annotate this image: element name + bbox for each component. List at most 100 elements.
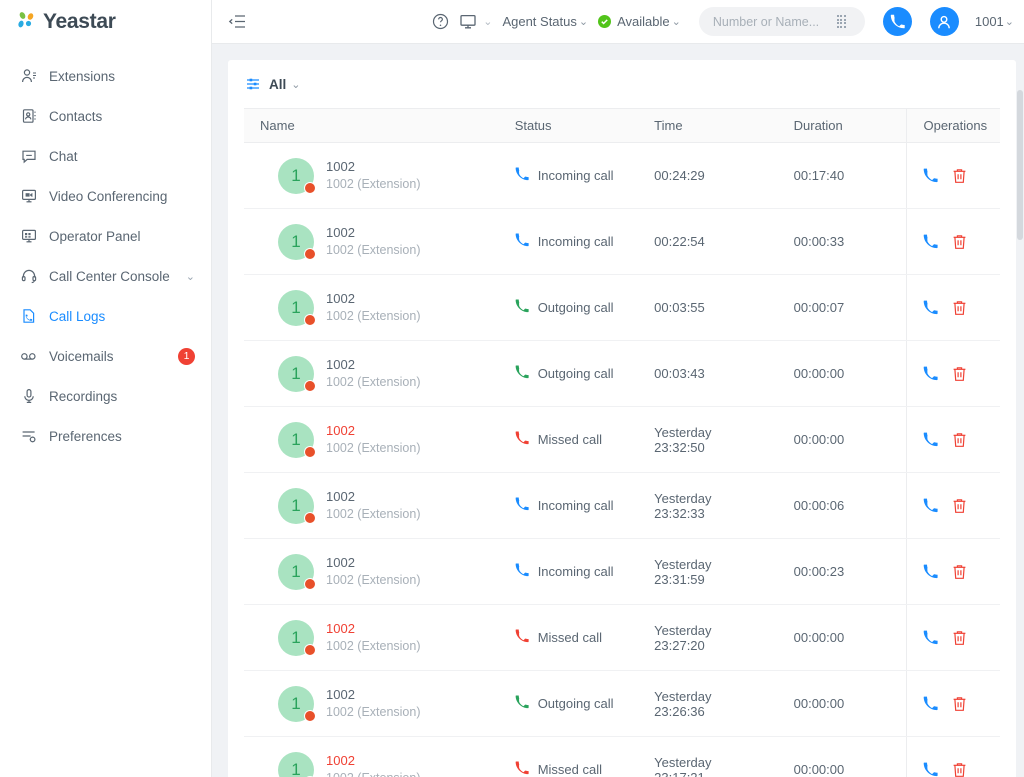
chevron-down-icon[interactable]: ⌄ <box>291 78 300 91</box>
sidebar-item-preferences[interactable]: Preferences <box>0 416 211 456</box>
sidebar-item-call-center-console[interactable]: Call Center Console ⌄ <box>0 256 211 296</box>
search-input[interactable] <box>712 14 837 29</box>
cell-time: Yesterday 23:32:33 <box>638 472 778 539</box>
call-direction-icon <box>515 299 529 316</box>
row-call-button[interactable] <box>923 432 939 447</box>
brand-logo[interactable]: Yeastar <box>0 0 211 44</box>
row-call-button[interactable] <box>923 300 939 315</box>
sidebar-item-chat[interactable]: Chat <box>0 136 211 176</box>
column-header-status[interactable]: Status <box>498 108 639 143</box>
cell-name[interactable]: 1 1002 1002 (Extension) <box>244 406 499 473</box>
cell-name[interactable]: 1 1002 1002 (Extension) <box>244 472 499 539</box>
cell-time: Yesterday 23:31:59 <box>638 538 778 605</box>
cell-operations <box>906 340 1000 407</box>
user-avatar-icon[interactable] <box>929 7 959 36</box>
cell-operations <box>906 538 1000 605</box>
sidebar-item-operator-panel[interactable]: Operator Panel <box>0 216 211 256</box>
sidebar-item-label: Call Center Console <box>49 268 170 284</box>
column-header-duration[interactable]: Duration <box>777 108 907 143</box>
filter-stack-icon[interactable] <box>245 76 261 92</box>
row-call-button[interactable] <box>923 366 939 381</box>
row-delete-button[interactable] <box>952 366 967 382</box>
row-delete-button[interactable] <box>952 498 967 514</box>
chevron-down-icon: ⌄ <box>671 16 681 28</box>
contact-subtitle: 1002 (Extension) <box>326 638 421 653</box>
table-row[interactable]: 1 1002 1002 (Extension) Missed call Yesterda… <box>244 406 1000 473</box>
row-call-button[interactable] <box>923 168 939 183</box>
contact-name: 1002 <box>326 290 355 306</box>
contact-subtitle: 1002 (Extension) <box>326 506 421 521</box>
cell-name[interactable]: 1 1002 1002 (Extension) <box>244 208 499 275</box>
availability-selector[interactable]: Available ⌄ <box>598 14 681 29</box>
row-call-button[interactable] <box>923 498 939 513</box>
avatar-initial: 1 <box>291 363 301 383</box>
cell-name[interactable]: 1 1002 1002 (Extension) <box>244 274 499 341</box>
sidebar-item-contacts[interactable]: Contacts <box>0 96 211 136</box>
row-call-button[interactable] <box>923 762 939 777</box>
sidebar-item-recordings[interactable]: Recordings <box>0 376 211 416</box>
agent-status-selector[interactable]: Agent Status ⌄ <box>502 14 588 29</box>
table-row[interactable]: 1 1002 1002 (Extension) Missed call Yesterda… <box>244 604 1000 671</box>
row-call-button[interactable] <box>923 630 939 645</box>
user-extensions-icon <box>20 68 37 85</box>
cell-name[interactable]: 1 1002 1002 (Extension) <box>244 736 499 777</box>
help-circle-icon[interactable] <box>432 13 449 30</box>
table-body: 1 1002 1002 (Extension) Incoming call 00:24:… <box>244 142 1000 777</box>
sidebar-item-video-conferencing[interactable]: Video Conferencing <box>0 176 211 216</box>
call-direction-icon <box>515 233 529 250</box>
cell-duration: 00:00:33 <box>777 208 907 275</box>
yeastar-logo-icon <box>14 9 40 35</box>
cell-name[interactable]: 1 1002 1002 (Extension) <box>244 670 499 737</box>
table-row[interactable]: 1 1002 1002 (Extension) Incoming call Yester… <box>244 538 1000 605</box>
table-row[interactable]: 1 1002 1002 (Extension) Outgoing call Yester… <box>244 670 1000 737</box>
search-box[interactable] <box>698 7 865 36</box>
sidebar-item-extensions[interactable]: Extensions <box>0 56 211 96</box>
table-row[interactable]: 1 1002 1002 (Extension) Outgoing call 00:03:… <box>244 274 1000 341</box>
row-delete-button[interactable] <box>952 168 967 184</box>
table-row[interactable]: 1 1002 1002 (Extension) Missed call Yesterda… <box>244 736 1000 777</box>
vertical-scrollbar[interactable] <box>1017 90 1023 777</box>
sidebar-item-call-logs[interactable]: Call Logs <box>0 296 211 336</box>
column-header-name[interactable]: Name <box>244 108 499 143</box>
row-delete-button[interactable] <box>952 564 967 580</box>
filter-label[interactable]: All <box>269 77 286 92</box>
row-delete-button[interactable] <box>952 762 967 777</box>
collapse-sidebar-icon[interactable] <box>228 12 248 32</box>
column-header-time[interactable]: Time <box>638 108 778 143</box>
presence-dot-icon <box>304 379 316 392</box>
cell-name[interactable]: 1 1002 1002 (Extension) <box>244 538 499 605</box>
row-call-button[interactable] <box>923 564 939 579</box>
table-header-row: Name Status Time Duration Operations <box>244 108 1000 143</box>
row-delete-button[interactable] <box>952 696 967 712</box>
row-call-button[interactable] <box>923 696 939 711</box>
user-extension-menu[interactable]: 1001 ⌄ <box>975 14 1014 29</box>
contact-subtitle: 1002 (Extension) <box>326 308 421 323</box>
row-delete-button[interactable] <box>952 300 967 316</box>
chevron-down-icon: ⌄ <box>578 16 589 28</box>
contact-subtitle: 1002 (Extension) <box>326 176 421 191</box>
filter-bar: All ⌄ <box>244 60 1000 108</box>
chevron-down-icon[interactable]: ⌄ <box>483 15 492 28</box>
call-direction-icon <box>515 167 529 184</box>
row-delete-button[interactable] <box>952 432 967 448</box>
cell-name[interactable]: 1 1002 1002 (Extension) <box>244 604 499 671</box>
desktop-monitor-icon[interactable] <box>459 13 477 30</box>
table-row[interactable]: 1 1002 1002 (Extension) Incoming call 00:24:… <box>244 142 1000 209</box>
contact-subtitle: 1002 (Extension) <box>326 374 421 389</box>
call-logs-panel: All ⌄ Name Status Time Duration Operatio… <box>228 60 1016 777</box>
row-call-button[interactable] <box>923 234 939 249</box>
cell-name[interactable]: 1 1002 1002 (Extension) <box>244 340 499 407</box>
table-row[interactable]: 1 1002 1002 (Extension) Incoming call 00:22:… <box>244 208 1000 275</box>
table-row[interactable]: 1 1002 1002 (Extension) Incoming call Yester… <box>244 472 1000 539</box>
avatar-initial: 1 <box>291 693 301 713</box>
cell-name[interactable]: 1 1002 1002 (Extension) <box>244 142 499 209</box>
row-delete-button[interactable] <box>952 630 967 646</box>
sidebar-item-voicemails[interactable]: Voicemails 1 <box>0 336 211 376</box>
table-row[interactable]: 1 1002 1002 (Extension) Outgoing call 00:03:… <box>244 340 1000 407</box>
dialpad-icon[interactable] <box>836 15 846 28</box>
presence-dot-icon <box>304 313 316 326</box>
row-delete-button[interactable] <box>952 234 967 250</box>
scrollbar-thumb[interactable] <box>1017 90 1023 240</box>
phone-call-icon[interactable] <box>882 7 912 36</box>
chevron-down-icon[interactable]: ⌄ <box>186 270 195 283</box>
